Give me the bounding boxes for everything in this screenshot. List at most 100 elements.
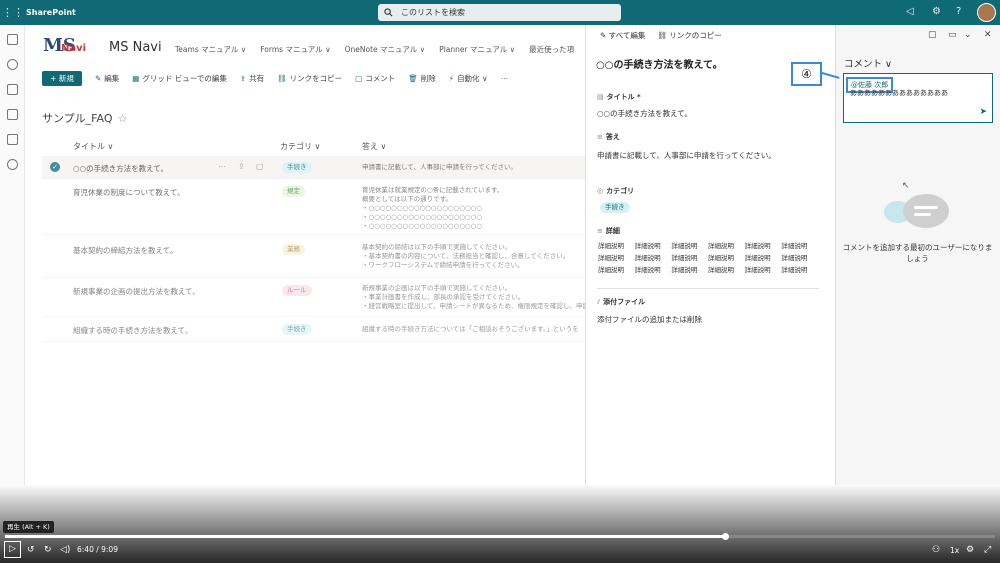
answer-line: 新規事業の企画は以下の手順で実施してください。 [362, 284, 512, 292]
globe-icon[interactable] [7, 59, 18, 70]
panel-item-title: ○○の手続き方法を教えて。 [596, 60, 723, 71]
favorite-star-icon[interactable]: ☆ [117, 112, 127, 125]
volume-icon[interactable]: ◁) [60, 545, 70, 555]
document-icon[interactable] [7, 109, 18, 120]
list-title: サンプル_FAQ ☆ [42, 110, 127, 126]
row-title[interactable]: 育児休業の制度について教えて。 [73, 187, 185, 198]
row-more-icon[interactable]: ⋯ [218, 162, 226, 171]
nav-teams[interactable]: Teams マニュアル ∨ [175, 44, 246, 55]
comment-input[interactable]: @佐藤 次郎 ああああああああああああああ ➤ [843, 73, 993, 123]
copy-link-button[interactable]: ⛓ リンクをコピー [277, 73, 342, 84]
app-launcher-icon[interactable]: ⋮⋮ [0, 6, 26, 19]
settings-icon[interactable]: ⚙ [932, 6, 941, 17]
chevron-down-icon[interactable]: ⌄ [964, 30, 972, 40]
multiline-field-icon: ≡ [597, 133, 603, 141]
comment-icon: ▢ [355, 73, 363, 83]
row-answer: 組織する時の手続き方法については「ご相談おそうございます。」というを [362, 325, 585, 334]
comment-button[interactable]: ▢ コメント [355, 73, 395, 84]
play-button[interactable]: ▷ [4, 541, 21, 558]
share-icon: ⇪ [239, 73, 247, 83]
row-title[interactable]: ○○の手続き方法を教えて。 [73, 163, 168, 174]
nav-forms[interactable]: Forms マニュアル ∨ [260, 44, 330, 55]
forward-10-icon[interactable]: ↻ [44, 545, 52, 555]
table-row[interactable]: 育児休業の制度について教えて。 規定 育児休業は就業規定の○条に記載されています… [42, 180, 585, 235]
column-header-title[interactable]: タイトル ∨ [73, 141, 113, 152]
copy-link-panel-button[interactable]: ⛓ リンクのコピー [657, 30, 721, 41]
edit-all-button[interactable]: ✎ すべて編集 [600, 30, 645, 41]
field-answer-value[interactable]: 申請書に記載して、人事部に申請を行ってください。 [597, 150, 776, 161]
trash-icon: 🗑 [408, 73, 418, 83]
row-title[interactable]: 基本契約の締結方法を教えて。 [73, 245, 177, 256]
news-icon[interactable] [7, 84, 18, 95]
empty-comments-chat-icon [903, 194, 949, 228]
grid-edit-button[interactable]: ▦ グリッド ビューでの編集 [132, 73, 227, 84]
video-scrubber-handle[interactable] [722, 533, 729, 540]
app-name[interactable]: SharePoint [26, 8, 76, 17]
help-icon[interactable]: ? [956, 6, 961, 17]
table-row[interactable]: 新規事業の企画の提出方法を教えて。 ルール 新規事業の企画は以下の手順で実施して… [42, 279, 585, 317]
row-comment-icon[interactable]: ▢ [256, 162, 264, 171]
comment-panel-toolbar: ▢ ▭ ⌄ ✕ [836, 25, 1000, 45]
row-title[interactable]: 組織する時の手続き方法を教えて。 [73, 325, 192, 336]
new-button[interactable]: + 新規 [42, 70, 82, 86]
panel-toolbar: ✎ すべて編集 ⛓ リンクのコピー [586, 25, 835, 45]
comment-toggle-icon[interactable]: ▢ [928, 30, 937, 40]
table-row[interactable]: ✓ ○○の手続き方法を教えて。 ⋯ ⇪ ▢ 手続き 申請書に記載して、人事部に申… [42, 156, 585, 179]
field-answer-label: ≡ 答え [597, 132, 620, 142]
row-share-icon[interactable]: ⇪ [238, 162, 245, 171]
row-title[interactable]: 新規事業の企画の提出方法を教えて。 [73, 286, 200, 297]
field-category-tag[interactable]: 手続き [600, 202, 630, 213]
fullscreen-icon[interactable]: ⤢ [984, 545, 991, 555]
people-icon[interactable]: ⚇ [932, 545, 940, 555]
megaphone-icon[interactable]: ◁ [906, 6, 914, 17]
answer-line: ・○○○○○○○○○○○○○○○○○○○○ [362, 213, 482, 221]
field-detail-label: ≡ 詳細 [597, 226, 620, 236]
site-logo[interactable]: MS Navi [43, 33, 93, 63]
video-progress-bar[interactable] [5, 535, 995, 538]
search-input[interactable]: このリストを検索 [378, 4, 621, 21]
add-attachment-link[interactable]: 添付ファイルの追加または削除 [597, 314, 702, 325]
comments-title[interactable]: コメント ∨ [844, 56, 892, 70]
video-progress-fill [5, 535, 726, 538]
field-title-label: ▤ タイトル * [597, 92, 641, 102]
multiline-field-icon: ≡ [597, 227, 603, 235]
edit-label: 編集 [104, 73, 120, 83]
nav-onenote[interactable]: OneNote マニュアル ∨ [345, 44, 426, 55]
delete-button[interactable]: 🗑 削除 [408, 73, 436, 84]
more-button[interactable]: ⋯ [500, 74, 508, 83]
edit-button[interactable]: ✎ 編集 [95, 73, 119, 84]
field-attach-label-text: 添付ファイル [603, 298, 646, 306]
field-attach-label: ⫽ 添付ファイル [597, 297, 645, 307]
row-checked-icon[interactable]: ✓ [50, 162, 60, 172]
nav-planner[interactable]: Planner マニュアル ∨ [439, 44, 515, 55]
answer-line: 組織する時の手続き方法については「ご相談おそうございます。」というを [362, 325, 579, 333]
automate-button[interactable]: ⚡ 自動化 ∨ [449, 73, 488, 84]
send-icon[interactable]: ➤ [979, 107, 987, 117]
details-icon[interactable]: ▭ [948, 30, 957, 40]
site-title[interactable]: MS Navi [109, 40, 162, 55]
site-header: MS Navi MS Navi Teams マニュアル ∨ Forms マニュア… [25, 25, 585, 70]
more-icon: ⋯ [500, 73, 508, 83]
answer-line: ・○○○○○○○○○○○○○○○○○○○○ [362, 222, 482, 230]
avatar[interactable] [977, 3, 996, 22]
field-detail-value[interactable]: 詳細説明 詳細説明 詳細説明 詳細説明 詳細説明 詳細説明 詳細説明 詳細説明 … [598, 240, 818, 274]
command-bar: + 新規 ✎ 編集 ▦ グリッド ビューでの編集 ⇪ 共有 ⛓ リンクをコピー ▢ コメン… [25, 68, 585, 88]
table-row[interactable]: 組織する時の手続き方法を教えて。 手続き 組織する時の手続き方法については「ご相… [42, 318, 585, 342]
database-icon[interactable] [7, 134, 18, 145]
rewind-10-icon[interactable]: ↺ [27, 545, 35, 555]
share-button[interactable]: ⇪ 共有 [240, 73, 264, 84]
settings-icon[interactable]: ⚙ [966, 545, 974, 555]
column-header-category[interactable]: カテゴリ ∨ [280, 141, 320, 152]
comment-text: ああああああああああああああ [850, 89, 948, 97]
playback-speed-button[interactable]: 1x [950, 546, 959, 555]
table-row[interactable]: 基本契約の締結方法を教えて。 業務 基本契約の締結は以下の手順で実施してください… [42, 236, 585, 278]
close-icon[interactable]: ✕ [984, 30, 992, 40]
nav-recent[interactable]: 最近使った項 [529, 44, 574, 55]
field-title-value[interactable]: ○○の手続き方法を教えて。 [597, 108, 692, 119]
grid-edit-label: グリッド ビューでの編集 [142, 73, 227, 83]
column-header-answer[interactable]: 答え ∨ [362, 141, 386, 152]
add-icon[interactable] [7, 159, 18, 170]
suite-header: ⋮⋮ SharePoint このリストを検索 ◁ ⚙ ? [0, 0, 1000, 25]
left-rail [0, 25, 25, 485]
home-icon[interactable] [7, 34, 18, 45]
